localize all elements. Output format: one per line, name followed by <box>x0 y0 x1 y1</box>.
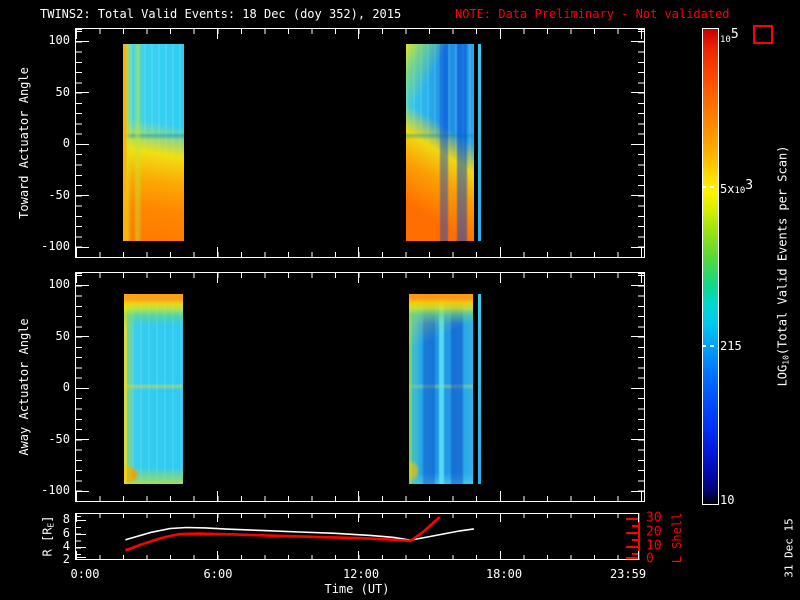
major-tick <box>631 247 644 248</box>
x-tick-label: 18:00 <box>485 567 523 581</box>
r-tick-label: 2 <box>62 552 70 566</box>
l-shell-line <box>124 515 441 552</box>
x-tick-label: 12:00 <box>342 567 380 581</box>
page-title: TWINS2: Total Valid Events: 18 Dec (doy … <box>40 7 402 21</box>
major-tick <box>641 491 642 501</box>
major-tick <box>76 144 89 145</box>
y-tick-label: 0 <box>62 136 70 150</box>
away-heatmap-block-1 <box>124 294 183 484</box>
major-tick <box>76 439 89 440</box>
toward-heatmap-block-2 <box>406 44 474 241</box>
l-shell-tick-label: 0 <box>646 551 654 567</box>
y-tick-label: 100 <box>48 33 70 47</box>
away-heatmap-block-2 <box>409 294 473 484</box>
colorbar-tick-label: 105 <box>720 27 739 45</box>
colorbar-tick-label: 10 <box>720 493 735 507</box>
major-tick <box>631 285 644 286</box>
colorbar-axis-title: LOG10(Total Valid Events per Scan) <box>775 145 791 387</box>
x-tick-label: 0:00 <box>70 567 100 581</box>
away-panel <box>75 272 645 502</box>
x-tick-label: 23:59 <box>609 567 647 581</box>
major-tick <box>358 273 359 283</box>
x-tick-label: 6:00 <box>203 567 233 581</box>
time-axis-title: Time (UT) <box>324 582 390 596</box>
toward-panel <box>75 28 645 258</box>
r-tick-label: 8 <box>62 512 70 526</box>
colorbar-tick-label: 5x103 <box>720 178 754 196</box>
major-tick <box>76 491 77 501</box>
major-tick <box>217 273 218 283</box>
red-marker-box <box>753 25 773 44</box>
date-stamp: 31 Dec 15 <box>782 518 796 578</box>
major-tick <box>217 29 218 39</box>
twins-plot-screen: TWINS2: Total Valid Events: 18 Dec (doy … <box>0 0 800 600</box>
major-tick <box>358 491 359 501</box>
major-tick <box>500 29 501 39</box>
major-tick <box>631 336 644 337</box>
x-minor-ticks <box>76 273 644 278</box>
ephemeris-panel <box>75 513 640 560</box>
major-tick <box>500 247 501 257</box>
toward-axis-title: Toward Actuator Angle <box>17 67 31 219</box>
l-shell-tick-label: 20 <box>646 524 662 540</box>
x-minor-ticks <box>76 29 644 34</box>
y-minor-ticks <box>638 273 644 501</box>
away-axis-title: Away Actuator Angle <box>17 318 31 456</box>
major-tick <box>631 388 644 389</box>
y-tick-label: 100 <box>48 277 70 291</box>
major-tick <box>631 144 644 145</box>
y-minor-ticks <box>76 29 82 257</box>
y-minor-ticks <box>638 29 644 257</box>
l-shell-axis-title: L Shell <box>670 512 684 564</box>
y-tick-label: -100 <box>41 239 70 253</box>
y-tick-label: -50 <box>48 188 70 202</box>
major-tick <box>500 491 501 501</box>
major-tick <box>76 247 77 257</box>
colorbar-tick-label: 215 <box>720 339 742 353</box>
y-tick-label: 0 <box>62 380 70 394</box>
major-tick <box>76 273 77 283</box>
major-tick <box>76 336 89 337</box>
major-tick <box>76 41 89 42</box>
major-tick <box>76 388 89 389</box>
y-tick-label: -100 <box>41 483 70 497</box>
major-tick <box>631 195 644 196</box>
toward-heatmap-block-1 <box>123 44 184 241</box>
x-minor-ticks <box>76 496 644 501</box>
major-tick <box>217 491 218 501</box>
y-tick-label: -50 <box>48 432 70 446</box>
major-tick <box>631 491 644 492</box>
y-minor-ticks <box>76 273 82 501</box>
major-tick <box>76 491 89 492</box>
major-tick <box>631 439 644 440</box>
major-tick <box>76 247 89 248</box>
r-tick-label: 4 <box>62 539 70 553</box>
major-tick <box>76 29 77 39</box>
colorbar-dash <box>702 186 717 188</box>
major-tick <box>76 195 89 196</box>
r-tick-label: 6 <box>62 526 70 540</box>
y-tick-label: 50 <box>55 329 70 343</box>
major-tick <box>76 285 89 286</box>
colorbar-dash <box>702 345 717 347</box>
away-heatmap-stripe <box>478 294 481 484</box>
major-tick <box>358 247 359 257</box>
toward-heatmap-stripe <box>478 44 481 241</box>
major-tick <box>631 41 644 42</box>
major-tick <box>76 92 89 93</box>
ephemeris-lines <box>124 515 475 552</box>
major-tick <box>641 273 642 283</box>
major-tick <box>500 273 501 283</box>
l-shell-tick-label: 30 <box>646 510 662 526</box>
colorbar <box>702 28 719 505</box>
preliminary-note: NOTE: Data Preliminary - Not validated <box>455 7 730 21</box>
major-tick <box>641 247 642 257</box>
major-tick <box>358 29 359 39</box>
major-tick <box>631 92 644 93</box>
y-tick-label: 50 <box>55 85 70 99</box>
x-minor-ticks <box>76 252 644 257</box>
major-tick <box>641 29 642 39</box>
major-tick <box>217 247 218 257</box>
